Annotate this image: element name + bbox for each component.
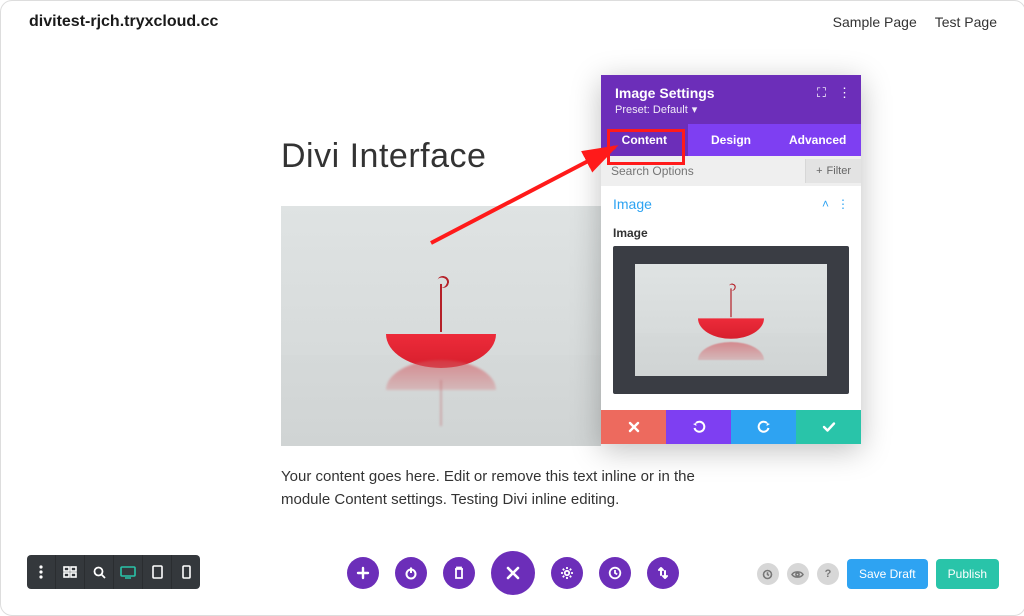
history-button[interactable] [599, 557, 631, 589]
preset-selector[interactable]: Preset: Default ▾ [615, 103, 847, 116]
help-icon[interactable]: ? [817, 563, 839, 585]
close-builder-button[interactable] [491, 551, 535, 595]
top-nav: Sample Page Test Page [833, 14, 997, 30]
panel-actions [601, 410, 861, 444]
image-settings-panel[interactable]: Image Settings Preset: Default ▾ ⛶ ⋮ Con… [601, 75, 861, 444]
trash-button[interactable] [443, 557, 475, 589]
preset-label: Preset: Default [615, 104, 688, 116]
plus-icon: + [816, 165, 822, 177]
collapse-icon[interactable]: ˄ [822, 197, 829, 211]
wireframe-view-icon[interactable] [55, 555, 84, 589]
power-button[interactable] [395, 557, 427, 589]
section-header-image[interactable]: Image ˄ ⋮ [601, 186, 861, 222]
history-small-icon[interactable] [757, 563, 779, 585]
expand-icon[interactable]: ⛶ [817, 85, 826, 101]
tab-design[interactable]: Design [688, 124, 775, 156]
zoom-view-icon[interactable] [84, 555, 113, 589]
settings-button[interactable] [551, 557, 583, 589]
phone-view-icon[interactable] [171, 555, 200, 589]
filter-button[interactable]: + Filter [805, 159, 861, 183]
body-text[interactable]: Your content goes here. Edit or remove t… [281, 466, 721, 511]
tablet-view-icon[interactable] [142, 555, 171, 589]
portability-button[interactable] [647, 557, 679, 589]
tab-advanced[interactable]: Advanced [774, 124, 861, 156]
tab-content[interactable]: Content [601, 124, 688, 156]
section-title: Image [613, 196, 652, 212]
builder-right-actions: ? Save Draft Publish [757, 559, 999, 589]
image-upload-field[interactable] [613, 246, 849, 394]
caret-down-icon: ▾ [692, 103, 698, 116]
redo-button[interactable] [731, 410, 796, 444]
publish-button[interactable]: Publish [936, 559, 999, 589]
hero-image[interactable] [281, 206, 601, 446]
panel-menu-icon[interactable]: ⋮ [838, 85, 851, 101]
builder-view-switcher [27, 555, 200, 589]
confirm-button[interactable] [796, 410, 861, 444]
panel-header[interactable]: Image Settings Preset: Default ▾ ⛶ ⋮ [601, 75, 861, 124]
nav-test-page[interactable]: Test Page [935, 14, 997, 30]
desktop-view-icon[interactable] [113, 555, 142, 589]
builder-menu-icon[interactable] [27, 555, 55, 589]
filter-label: Filter [827, 165, 851, 177]
panel-title: Image Settings [615, 85, 847, 101]
cancel-button[interactable] [601, 410, 666, 444]
site-address: divitest-rjch.tryxcloud.cc [29, 13, 218, 31]
undo-button[interactable] [666, 410, 731, 444]
nav-sample-page[interactable]: Sample Page [833, 14, 917, 30]
save-draft-button[interactable]: Save Draft [847, 559, 928, 589]
search-input[interactable] [601, 156, 805, 186]
search-row: + Filter [601, 156, 861, 186]
add-button[interactable] [347, 557, 379, 589]
section-menu-icon[interactable]: ⋮ [837, 197, 849, 211]
eye-icon[interactable] [787, 563, 809, 585]
panel-tabs: Content Design Advanced [601, 124, 861, 156]
field-label-image: Image [613, 226, 849, 240]
builder-toolbar [347, 551, 679, 595]
